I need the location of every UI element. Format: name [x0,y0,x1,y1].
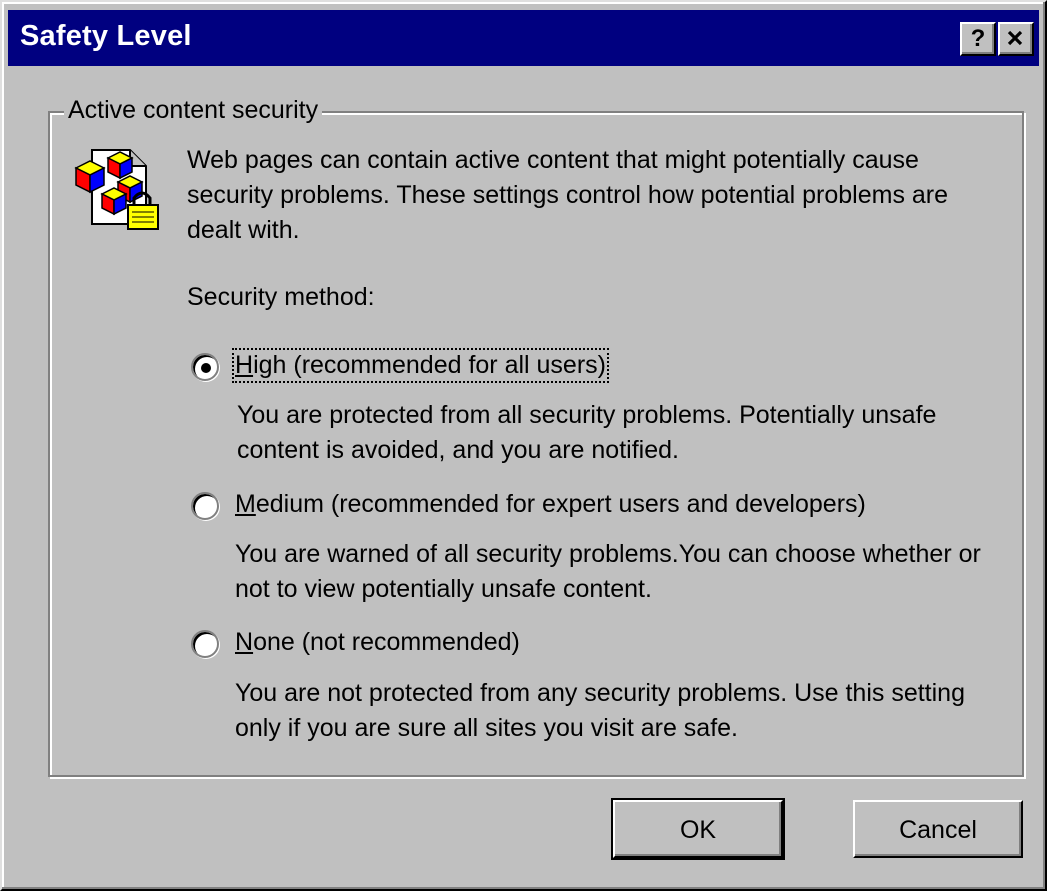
intro-text: Web pages can contain active content tha… [187,146,949,244]
title-bar[interactable]: Safety Level ? [8,10,1039,66]
radio-high[interactable] [191,353,219,381]
security-method-label: Security method: [187,283,375,311]
cancel-button[interactable]: Cancel [853,800,1023,858]
shield-lock-icon [74,149,159,230]
option-medium-text: edium (recommended for expert users and … [255,490,866,518]
option-medium-label[interactable]: Medium (recommended for expert users and… [235,490,866,519]
option-medium-description: You are warned of all security problems.… [235,540,981,603]
accel-key-h: H [235,351,254,379]
accel-key-n: N [235,628,254,656]
accel-key-m: M [235,490,256,518]
radio-medium[interactable] [191,492,219,520]
option-high-label[interactable]: High (recommended for all users) [232,348,609,383]
option-high-description: You are protected from all security prob… [237,401,937,464]
group-legend: Active content security [64,96,323,125]
ok-button[interactable]: OK [611,798,785,860]
close-button[interactable] [998,22,1034,56]
option-high-text: igh (recommended for all users) [253,351,606,379]
radio-selected-dot [201,363,211,373]
help-button[interactable]: ? [960,22,996,56]
option-none-text: one (not recommended) [253,628,520,656]
close-icon [1007,30,1023,46]
window-title: Safety Level [20,20,192,52]
radio-none[interactable] [191,630,219,658]
option-none-label[interactable]: None (not recommended) [235,628,520,657]
safety-level-dialog: Safety Level ? Active content security W… [0,0,1047,891]
option-none-description: You are not protected from any security … [235,679,965,742]
